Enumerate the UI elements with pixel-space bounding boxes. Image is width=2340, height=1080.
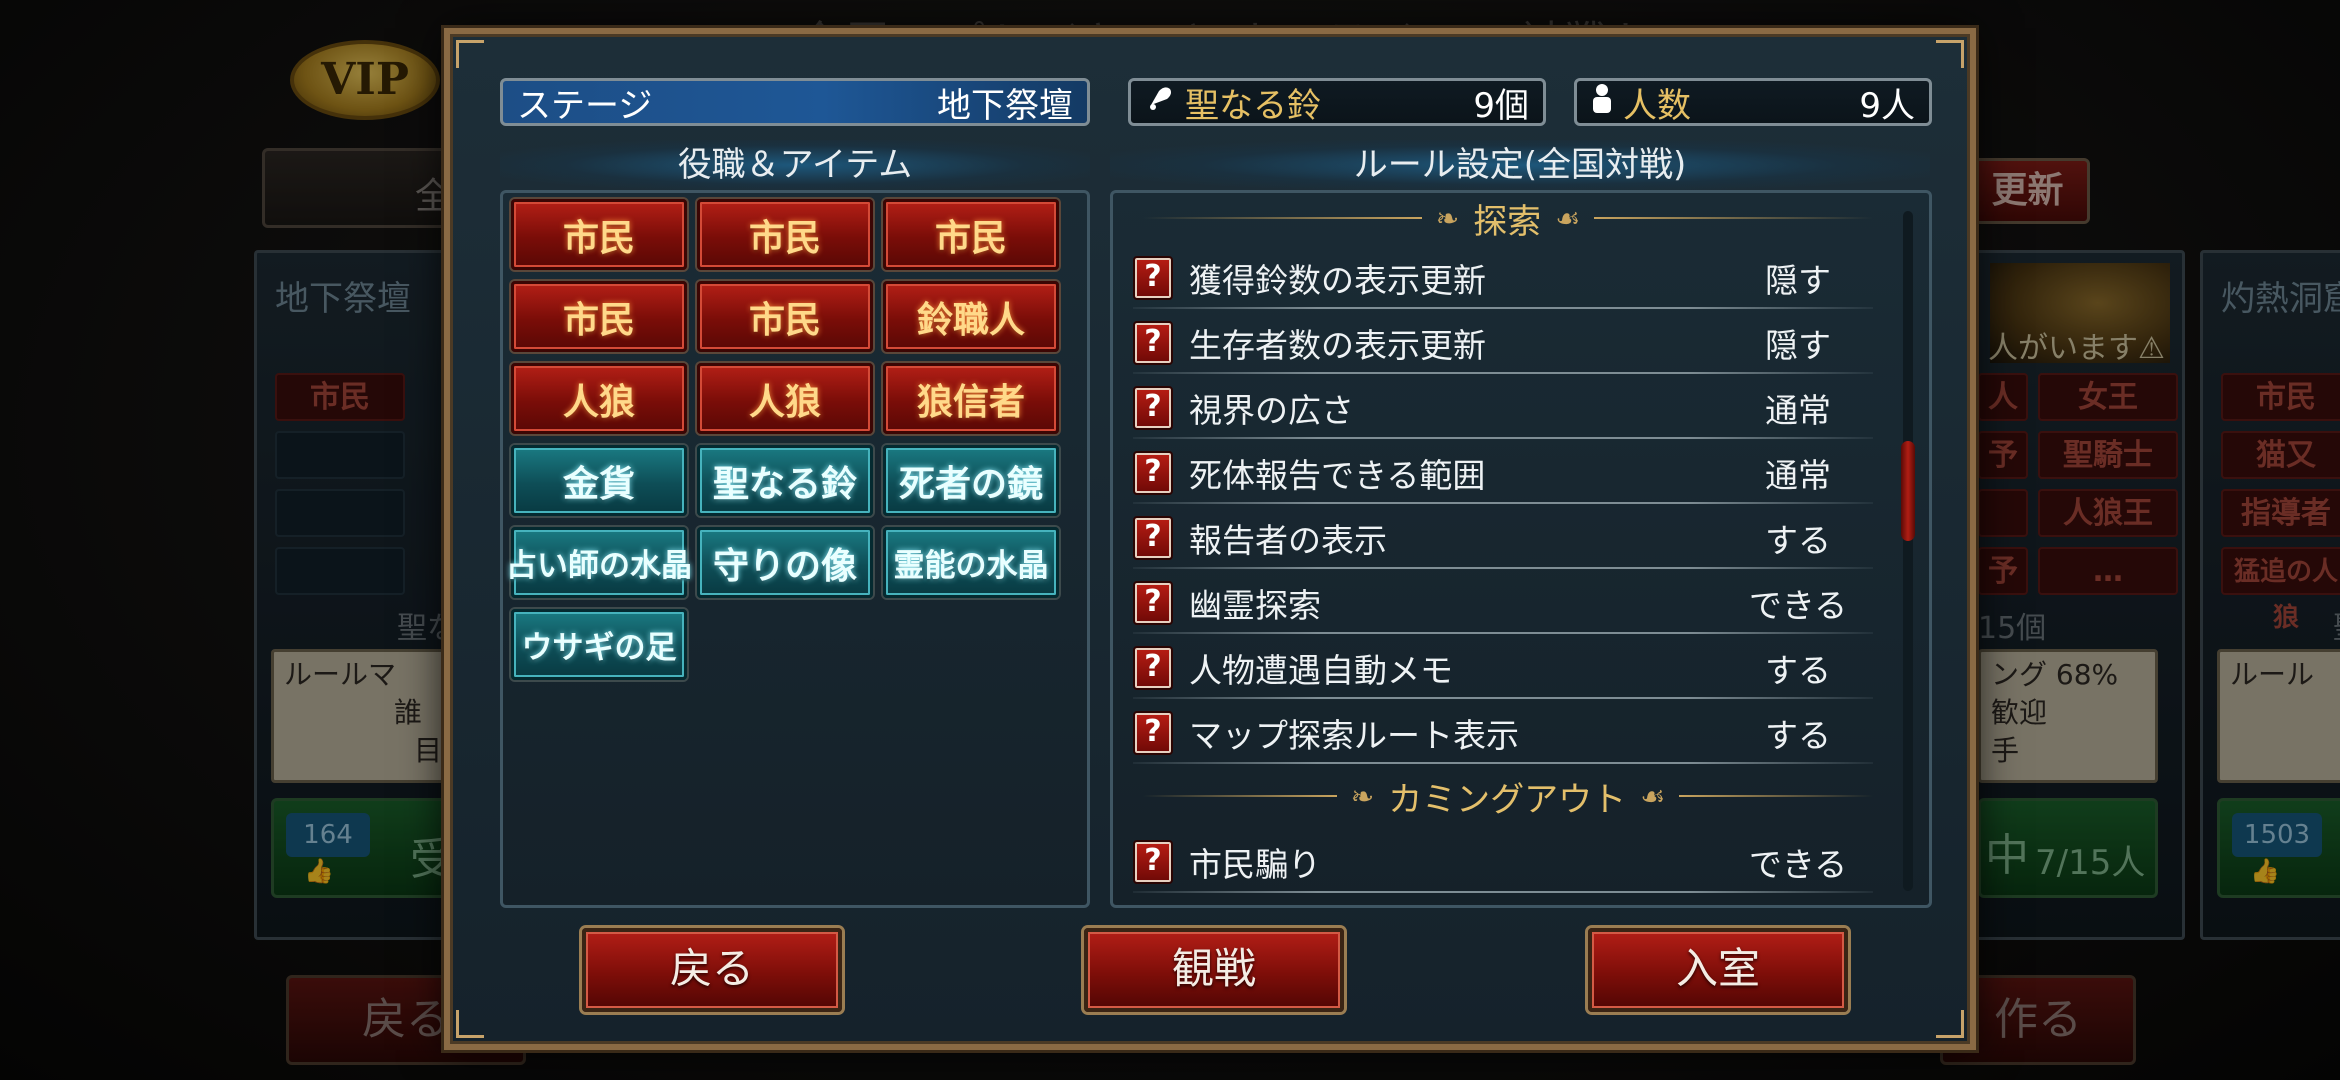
category-header-coming-out: ❧ カミングアウト ☙: [1143, 773, 1874, 820]
rules-scrollbar[interactable]: [1901, 211, 1915, 891]
item-chip-seer-crystal[interactable]: 占い師の水晶: [506, 527, 692, 598]
roles-grid: 市民 市民 市民 市民 市民 鈴職人 人狼 人狼 狼信者 金貨 聖なる鈴 死者の…: [506, 199, 1059, 680]
enter-room-button[interactable]: 入室: [1588, 928, 1848, 1012]
help-icon[interactable]: ?: [1133, 516, 1173, 560]
people-label: 人数: [1623, 85, 1691, 126]
help-icon[interactable]: ?: [1133, 386, 1173, 430]
frame-corner-ornament: [1936, 1010, 1964, 1038]
roles-items-title: 役職＆アイテム: [500, 140, 1090, 190]
stage-label: ステージ: [517, 85, 653, 126]
scrollbar-thumb[interactable]: [1901, 441, 1915, 541]
help-icon[interactable]: ?: [1133, 711, 1173, 755]
role-chip-citizen[interactable]: 市民: [697, 199, 873, 270]
bell-label: 聖なる鈴: [1185, 85, 1321, 126]
rule-row[interactable]: ? マップ探索ルート表示 する: [1133, 704, 1873, 764]
role-chip-citizen[interactable]: 市民: [511, 281, 687, 352]
rule-settings-title: ルール設定(全国対戦): [1110, 140, 1930, 190]
item-chip-guardian-statue[interactable]: 守りの像: [697, 527, 873, 598]
role-chip-citizen[interactable]: 市民: [511, 199, 687, 270]
bell-count-bar: 聖なる鈴 9個: [1128, 78, 1546, 126]
help-icon[interactable]: ?: [1133, 451, 1173, 495]
frame-corner-ornament: [1936, 40, 1964, 68]
scroll-ornament-icon: ❧: [1435, 201, 1460, 235]
help-icon[interactable]: ?: [1133, 581, 1173, 625]
role-chip-bellsmith[interactable]: 鈴職人: [883, 281, 1059, 352]
spectate-button[interactable]: 観戦: [1084, 928, 1344, 1012]
rules-list-panel[interactable]: ❧ 探索 ☙ ? 獲得鈴数の表示更新 隠す ? 生存者数の表示更新 隠す ? 視…: [1110, 190, 1932, 908]
help-icon[interactable]: ?: [1133, 840, 1173, 884]
rule-row[interactable]: ? 人物遭遇自動メモ する: [1133, 639, 1873, 699]
bell-value: 9個: [1473, 85, 1529, 126]
people-value: 9人: [1859, 85, 1915, 126]
rule-row[interactable]: ? 報告者の表示 する: [1133, 509, 1873, 569]
role-chip-wolf-believer[interactable]: 狼信者: [883, 363, 1059, 434]
help-icon[interactable]: ?: [1133, 646, 1173, 690]
frame-corner-ornament: [456, 40, 484, 68]
bell-icon: [1145, 82, 1175, 122]
rule-row[interactable]: ? 幽霊探索 できる: [1133, 574, 1873, 634]
scroll-ornament-icon: ❧: [1350, 779, 1375, 813]
frame-corner-ornament: [456, 1010, 484, 1038]
item-chip-medium-crystal[interactable]: 霊能の水晶: [883, 527, 1059, 598]
stage-value: 地下祭壇: [937, 85, 1073, 126]
role-chip-werewolf[interactable]: 人狼: [697, 363, 873, 434]
rule-row[interactable]: ? 死体報告できる範囲 通常: [1133, 444, 1873, 504]
rule-row[interactable]: ? 視界の広さ 通常: [1133, 379, 1873, 439]
stage-info-bar: ステージ 地下祭壇: [500, 78, 1090, 126]
item-chip-rabbit-foot[interactable]: ウサギの足: [511, 609, 687, 680]
rule-row[interactable]: ? 市民騙り できる: [1133, 833, 1873, 893]
scroll-ornament-icon: ☙: [1555, 201, 1581, 235]
room-detail-dialog: ステージ 地下祭壇 聖なる鈴 9個 人数 9人 役職＆アイテム ルール設定(全国…: [444, 28, 1976, 1050]
roles-items-panel: 市民 市民 市民 市民 市民 鈴職人 人狼 人狼 狼信者 金貨 聖なる鈴 死者の…: [500, 190, 1090, 908]
role-chip-werewolf[interactable]: 人狼: [511, 363, 687, 434]
scroll-ornament-icon: ☙: [1640, 779, 1666, 813]
item-chip-mirror-of-dead[interactable]: 死者の鏡: [883, 445, 1059, 516]
role-chip-citizen[interactable]: 市民: [697, 281, 873, 352]
rule-row[interactable]: ? 生存者数の表示更新 隠す: [1133, 314, 1873, 374]
rule-row[interactable]: ? 獲得鈴数の表示更新 隠す: [1133, 249, 1873, 309]
person-icon: [1591, 82, 1613, 122]
category-header-search: ❧ 探索 ☙: [1143, 195, 1874, 242]
back-button[interactable]: 戻る: [582, 928, 842, 1012]
item-chip-gold-coin[interactable]: 金貨: [511, 445, 687, 516]
help-icon[interactable]: ?: [1133, 256, 1173, 300]
item-chip-holy-bell[interactable]: 聖なる鈴: [697, 445, 873, 516]
help-icon[interactable]: ?: [1133, 321, 1173, 365]
role-chip-citizen[interactable]: 市民: [883, 199, 1059, 270]
player-count-bar: 人数 9人: [1574, 78, 1932, 126]
